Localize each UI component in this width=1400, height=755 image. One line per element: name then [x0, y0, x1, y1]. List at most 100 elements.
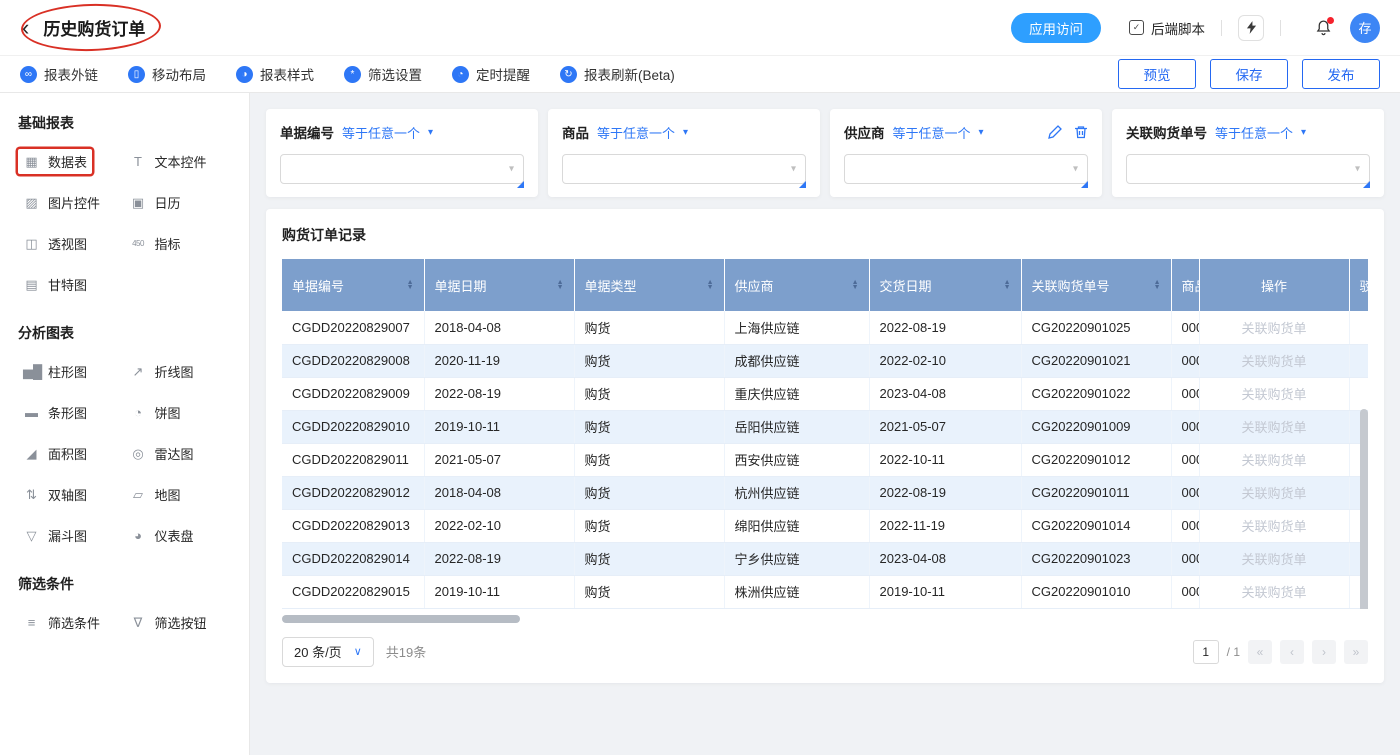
page-title: 历史购货订单	[43, 20, 145, 39]
sidebar-item-bar-chart[interactable]: ▬ 条形图	[18, 400, 92, 425]
row-action-link[interactable]: 关联购货单	[1199, 509, 1349, 542]
column-header-order-date[interactable]: 单据日期▲▼	[424, 259, 574, 311]
next-page-button[interactable]: ›	[1312, 640, 1336, 664]
sidebar-item-dual-axis-chart[interactable]: ⇅ 双轴图	[18, 482, 92, 507]
area-chart-icon: ◢	[23, 446, 40, 462]
toolbar-mobile-layout[interactable]: ▯ 移动布局	[128, 64, 206, 84]
filter-value-select[interactable]: ▾	[562, 154, 806, 184]
column-header-product: 商品	[1171, 259, 1199, 311]
sidebar-item-text-widget[interactable]: T 文本控件	[125, 149, 212, 174]
sidebar-item-label: 双轴图	[48, 485, 87, 504]
table-cell: 2023-04-08	[869, 542, 1021, 575]
filter-operator[interactable]: 等于任意一个	[893, 123, 971, 142]
first-page-button[interactable]: «	[1248, 640, 1272, 664]
toolbar-link[interactable]: ∞ 报表外链	[20, 64, 98, 84]
sidebar-item-column-chart[interactable]: ▅█ 柱形图	[18, 359, 92, 384]
chevron-down-icon: ▾	[1073, 164, 1078, 175]
row-action-link[interactable]: 关联购货单	[1199, 377, 1349, 410]
filter-operator[interactable]: 等于任意一个	[1215, 123, 1293, 142]
prev-page-button[interactable]: ‹	[1280, 640, 1304, 664]
data-table-widget[interactable]: 购货订单记录 单据编号▲▼ 单据日期▲▼ 单据类型▲▼ 供应商▲▼ 交货日期▲▼…	[266, 209, 1384, 683]
sidebar-item-label: 筛选按钮	[155, 613, 207, 632]
toolbar-report-refresh[interactable]: ↻ 报表刷新(Beta)	[560, 64, 675, 84]
sidebar-item-gauge-chart[interactable]: ◕ 仪表盘	[125, 523, 199, 548]
toolbar-timed-reminder[interactable]: ◔ 定时提醒	[452, 64, 530, 84]
sort-icon[interactable]: ▲▼	[852, 280, 859, 291]
sidebar-item-filter-condition[interactable]: ≡ 筛选条件	[18, 610, 105, 635]
publish-button[interactable]: 发布	[1302, 59, 1380, 89]
user-avatar[interactable]: 存	[1350, 13, 1380, 43]
horizontal-scrollbar[interactable]	[282, 615, 520, 623]
sidebar-item-map[interactable]: ▱ 地图	[125, 482, 186, 507]
row-action-link[interactable]: 关联购货单	[1199, 311, 1349, 344]
table-cell: CGDD20220829015	[282, 575, 424, 608]
table-cell: 重庆供应链	[724, 377, 869, 410]
divider	[1221, 20, 1222, 36]
filter-value-select[interactable]: ▾	[1126, 154, 1370, 184]
table-cell: 购货	[574, 443, 724, 476]
row-action-link[interactable]: 关联购货单	[1199, 476, 1349, 509]
row-action-link[interactable]: 关联购货单	[1199, 410, 1349, 443]
filter-card-2[interactable]: 商品 等于任意一个 ▾ ▾	[548, 109, 820, 197]
back-icon[interactable]: ‹	[20, 17, 31, 39]
edit-icon[interactable]	[1048, 125, 1062, 139]
divider	[1280, 20, 1281, 36]
filter-value-select[interactable]: ▾	[280, 154, 524, 184]
filter-operator[interactable]: 等于任意一个	[342, 123, 420, 142]
sidebar-item-pie-chart[interactable]: ◔ 饼图	[125, 400, 186, 425]
toolbar-filter-settings[interactable]: * 筛选设置	[344, 64, 422, 84]
sort-icon[interactable]: ▲▼	[407, 280, 414, 291]
sidebar-item-funnel-chart[interactable]: ▽ 漏斗图	[18, 523, 92, 548]
column-header-order-no[interactable]: 单据编号▲▼	[282, 259, 424, 311]
row-action-link[interactable]: 关联购货单	[1199, 443, 1349, 476]
filter-field-label: 单据编号	[280, 122, 334, 142]
table-row: CGDD202208290092022-08-19购货重庆供应链2023-04-…	[282, 377, 1368, 410]
filter-operator[interactable]: 等于任意一个	[597, 123, 675, 142]
column-header-supplier[interactable]: 供应商▲▼	[724, 259, 869, 311]
sidebar-item-pivot-table[interactable]: ◫ 透视图	[18, 231, 92, 256]
sort-icon[interactable]: ▲▼	[707, 280, 714, 291]
table-cell: CG20220901021	[1021, 344, 1171, 377]
row-action-link[interactable]: 关联购货单	[1199, 575, 1349, 608]
sort-icon[interactable]: ▲▼	[1004, 280, 1011, 291]
current-page-input[interactable]: 1	[1193, 640, 1219, 664]
save-button[interactable]: 保存	[1210, 59, 1288, 89]
page-size-select[interactable]: 20 条/页 ∨	[282, 637, 374, 667]
last-page-button[interactable]: »	[1344, 640, 1368, 664]
sidebar-item-calendar[interactable]: ▣ 日历	[125, 190, 186, 215]
filter-field-label: 供应商	[844, 122, 885, 142]
preview-button[interactable]: 预览	[1118, 59, 1196, 89]
sidebar-item-filter-button[interactable]: ∇ 筛选按钮	[125, 610, 212, 635]
sidebar-item-gantt-chart[interactable]: ▤ 甘特图	[18, 272, 92, 297]
vertical-scrollbar[interactable]	[1360, 409, 1368, 609]
toolbar-report-style[interactable]: ◑ 报表样式	[236, 64, 314, 84]
sort-icon[interactable]: ▲▼	[557, 280, 564, 291]
filter-card-4[interactable]: 关联购货单号 等于任意一个 ▾ ▾	[1112, 109, 1384, 197]
sidebar-item-metric[interactable]: 450 指标	[125, 231, 186, 256]
table-cell: 购货	[574, 311, 724, 344]
backend-script-button[interactable]: ✓ 后端脚本	[1129, 18, 1205, 38]
sidebar-item-area-chart[interactable]: ◢ 面积图	[18, 441, 92, 466]
filter-card-1[interactable]: 单据编号 等于任意一个 ▾ ▾	[266, 109, 538, 197]
sidebar-item-line-chart[interactable]: ↗ 折线图	[125, 359, 199, 384]
notification-bell-icon[interactable]	[1315, 19, 1332, 36]
column-header-delivery-date[interactable]: 交货日期▲▼	[869, 259, 1021, 311]
app-access-button[interactable]: 应用访问	[1011, 13, 1101, 43]
table-cell: CG20220901014	[1021, 509, 1171, 542]
filter-card-3[interactable]: 供应商 等于任意一个 ▾ ▾	[830, 109, 1102, 197]
row-action-link[interactable]: 关联购货单	[1199, 344, 1349, 377]
filter-value-select[interactable]: ▾	[844, 154, 1088, 184]
delete-icon[interactable]	[1074, 125, 1088, 139]
table-cell: 2021-05-07	[869, 410, 1021, 443]
table-cell: 2022-02-10	[869, 344, 1021, 377]
sidebar-item-radar-chart[interactable]: ◎ 雷达图	[125, 441, 199, 466]
sidebar-item-label: 柱形图	[48, 362, 87, 381]
column-header-related-order-no[interactable]: 关联购货单号▲▼	[1021, 259, 1171, 311]
sidebar-item-data-table[interactable]: ▦ 数据表	[18, 149, 92, 174]
column-header-order-type[interactable]: 单据类型▲▼	[574, 259, 724, 311]
lightning-icon[interactable]	[1238, 15, 1264, 41]
sidebar-item-image-widget[interactable]: ▨ 图片控件	[18, 190, 105, 215]
table-cell: CGDD20220829007	[282, 311, 424, 344]
row-action-link[interactable]: 关联购货单	[1199, 542, 1349, 575]
sort-icon[interactable]: ▲▼	[1154, 280, 1161, 291]
